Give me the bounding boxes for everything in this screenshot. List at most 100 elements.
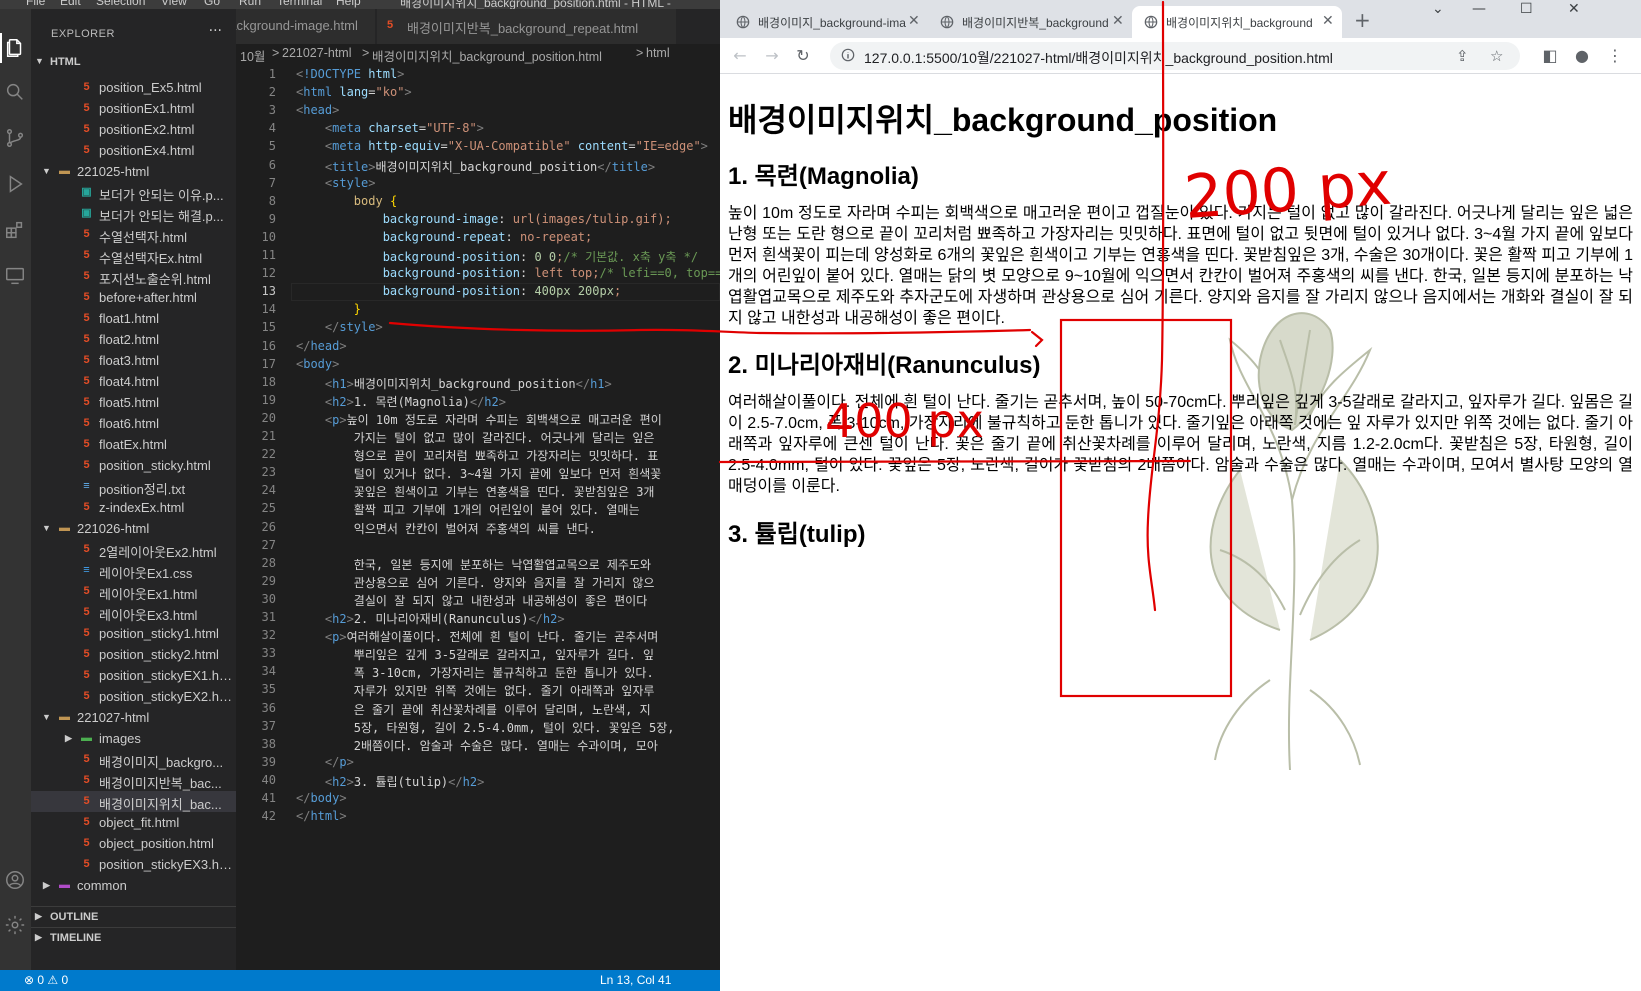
code-line[interactable]: 관상용으로 심어 기른다. 양지와 음지를 잘 가리지 않으 xyxy=(296,574,655,591)
tree-file[interactable]: 5 position_stickyEX3.ht... xyxy=(31,854,236,875)
code-line[interactable]: 털이 있거나 없다. 3~4월 가지 끝에 잎보다 먼저 흰색꽃 xyxy=(296,465,662,482)
tree-file[interactable]: 5 float4.html xyxy=(31,371,236,392)
code-line[interactable]: background-image: url(images/tulip.gif); xyxy=(296,212,672,226)
browser-tab-3-active[interactable]: 배경이미지위치_background ✕ xyxy=(1132,6,1342,38)
code-line[interactable]: 꽃잎은 흰색이고 기부는 연홍색을 띤다. 꽃받침잎은 3개 xyxy=(296,483,655,500)
tree-file[interactable]: 5 수열선택자Ex.html xyxy=(31,245,236,266)
bookmark-star-icon[interactable]: ☆ xyxy=(1490,47,1503,65)
code-line[interactable]: 5장, 타원형, 길이 2.5-4.0mm, 털이 있다. 꽃잎은 5장, xyxy=(296,719,675,736)
tree-file[interactable]: 5 position_stickyEX2.ht... xyxy=(31,686,236,707)
tree-file[interactable]: ≡ position정리.txt xyxy=(31,476,236,497)
code-line[interactable]: </html> xyxy=(296,809,347,823)
code-line[interactable]: </head> xyxy=(296,339,347,353)
code-line[interactable]: <h1>배경이미지위치_background_position</h1> xyxy=(296,375,612,392)
code-line[interactable]: body { xyxy=(296,194,397,208)
tree-file[interactable]: 5 포지션노출순위.html xyxy=(31,266,236,287)
menu-edit[interactable]: Edit xyxy=(60,0,81,8)
tree-file[interactable]: 5 position_sticky1.html xyxy=(31,623,236,644)
code-line[interactable]: </body> xyxy=(296,791,347,805)
code-line[interactable]: background-position: 400px 200px; xyxy=(296,284,621,298)
tree-file[interactable]: 5 positionEx1.html xyxy=(31,98,236,119)
tree-file[interactable]: 5 object_position.html xyxy=(31,833,236,854)
tree-file[interactable]: 5 position_Ex5.html xyxy=(31,77,236,98)
tree-file[interactable]: ≡ 레이아웃Ex1.css xyxy=(31,560,236,581)
tree-folder[interactable]: ▶ ▬ images xyxy=(31,728,236,749)
code-line[interactable]: <h2>1. 목련(Magnolia)</h2> xyxy=(296,393,506,410)
menu-help[interactable]: Help xyxy=(336,0,361,8)
tree-file[interactable]: 5 float5.html xyxy=(31,392,236,413)
code-line[interactable]: 한국, 일본 등지에 분포하는 낙엽활엽교목으로 제주도와 xyxy=(296,556,651,573)
code-line[interactable]: 뿌리잎은 깊게 3-5갈래로 갈라지고, 잎자루가 길다. 잎 xyxy=(296,646,654,663)
code-line[interactable]: } xyxy=(296,302,361,316)
extensions-icon[interactable] xyxy=(4,219,26,241)
minimize-button[interactable]: — xyxy=(1472,1,1486,17)
tree-file[interactable]: 5 float2.html xyxy=(31,329,236,350)
files-icon[interactable] xyxy=(4,37,26,59)
editor-tab-background-image[interactable]: background-image.html xyxy=(236,9,376,44)
tree-file[interactable]: 5 레이아웃Ex3.html xyxy=(31,602,236,623)
timeline-section[interactable]: ▶ TIMELINE xyxy=(31,927,236,949)
tree-file[interactable]: ▣ 보더가 안되는 해결.p... xyxy=(31,203,236,224)
code-line[interactable]: background-repeat: no-repeat; xyxy=(296,230,593,244)
remote-explorer-icon[interactable] xyxy=(4,265,26,287)
status-problems[interactable]: ⊗ 0 ⚠ 0 xyxy=(24,973,68,987)
back-arrow-icon[interactable]: ← xyxy=(730,46,750,66)
tree-file[interactable]: 5 float3.html xyxy=(31,350,236,371)
tree-file[interactable]: 5 배경이미지반복_bac... xyxy=(31,770,236,791)
tree-folder[interactable]: ▶ ▬ common xyxy=(31,875,236,896)
tree-file[interactable]: 5 수열선택자.html xyxy=(31,224,236,245)
tree-file[interactable]: 5 배경이미지위치_bac... xyxy=(31,791,236,812)
tree-file[interactable]: 5 position_stickyEX1.ht... xyxy=(31,665,236,686)
tree-file[interactable]: 5 before+after.html xyxy=(31,287,236,308)
tree-file[interactable]: 5 floatEx.html xyxy=(31,434,236,455)
code-line[interactable]: background-position: 0 0;/* 기본값. x축 y축 *… xyxy=(296,248,698,265)
tree-file[interactable]: 5 position_sticky2.html xyxy=(31,644,236,665)
code-line[interactable]: </p> xyxy=(296,755,354,769)
tab-close-icon[interactable]: ✕ xyxy=(1112,12,1124,29)
code-line[interactable]: 2배쯤이다. 암술과 수술은 많다. 열매는 수과이며, 모아 xyxy=(296,737,658,754)
menu-selection[interactable]: Selection xyxy=(96,0,145,8)
status-cursor-position[interactable]: Ln 13, Col 41 xyxy=(600,973,671,987)
menu-file[interactable]: File xyxy=(26,0,45,8)
breadcrumb-item[interactable]: 221027-html xyxy=(282,46,352,60)
explorer-more-icon[interactable]: ··· xyxy=(209,23,222,39)
code-line[interactable]: <p>높이 10m 정도로 자라며 수피는 회백색으로 매고러운 편이 xyxy=(296,411,662,428)
code-line[interactable]: <title>배경이미지위치_background_position</titl… xyxy=(296,158,655,175)
tree-folder[interactable]: ▼ ▬ 221026-html xyxy=(31,518,236,539)
close-window-button[interactable]: ✕ xyxy=(1568,1,1580,17)
tree-folder[interactable]: ▼ ▬ 221027-html xyxy=(31,707,236,728)
code-line[interactable]: 익으면서 칸칸이 벌어져 주홍색의 씨를 낸다. xyxy=(296,520,596,537)
code-line[interactable]: <!DOCTYPE html> xyxy=(296,67,404,81)
address-bar[interactable]: 127.0.0.1:5500/10월/221027-html/배경이미지위치_b… xyxy=(830,42,1520,70)
workspace-header[interactable]: ▼ HTML xyxy=(31,52,236,74)
source-control-icon[interactable] xyxy=(4,127,26,149)
tab-search-icon[interactable]: ⌄ xyxy=(1432,1,1444,17)
code-line[interactable]: 활짝 피고 기부에 1개의 어린잎이 붙어 있다. 열매는 xyxy=(296,501,640,518)
outline-section[interactable]: ▶ OUTLINE xyxy=(31,906,236,928)
search-icon[interactable] xyxy=(4,81,26,103)
code-line[interactable]: <h2>3. 튤립(tulip)</h2> xyxy=(296,773,484,790)
tree-folder[interactable]: ▼ ▬ 221025-html xyxy=(31,161,236,182)
tree-file[interactable]: 5 position_sticky.html xyxy=(31,455,236,476)
breadcrumb-item[interactable]: html xyxy=(646,46,670,60)
tree-file[interactable]: 5 positionEx2.html xyxy=(31,119,236,140)
menu-terminal[interactable]: Terminal xyxy=(277,0,322,8)
maximize-button[interactable]: ☐ xyxy=(1520,1,1533,17)
code-line[interactable]: background-position: left top;/* lefi==0… xyxy=(296,266,720,280)
code-line[interactable]: <h2>2. 미나리아재비(Ranunculus)</h2> xyxy=(296,610,565,627)
tree-file[interactable]: 5 배경이미지_backgro... xyxy=(31,749,236,770)
code-line[interactable]: <meta http-equiv="X-UA-Compatible" conte… xyxy=(296,139,708,153)
url-text[interactable]: 127.0.0.1:5500/10월/221027-html/배경이미지위치_b… xyxy=(864,48,1333,68)
forward-arrow-icon[interactable]: → xyxy=(762,46,782,66)
tree-file[interactable]: 5 레이아웃Ex1.html xyxy=(31,581,236,602)
code-line[interactable]: <p>여러해살이풀이다. 전체에 흰 털이 난다. 줄기는 곧추서며 xyxy=(296,628,658,645)
manage-gear-icon[interactable] xyxy=(4,914,26,936)
run-debug-icon[interactable] xyxy=(4,173,26,195)
tree-file[interactable]: 5 2열레이아웃Ex2.html xyxy=(31,539,236,560)
tree-file[interactable]: 5 object_fit.html xyxy=(31,812,236,833)
tree-file[interactable]: ▣ 보더가 안되는 이유.p... xyxy=(31,182,236,203)
tree-file[interactable]: 5 z-indexEx.html xyxy=(31,497,236,518)
share-icon[interactable]: ⇪ xyxy=(1456,47,1469,65)
editor-tab-background-repeat[interactable]: 5 배경이미지반복_background_repeat.html xyxy=(377,9,677,44)
breadcrumb-item[interactable]: 10월 xyxy=(240,46,265,65)
